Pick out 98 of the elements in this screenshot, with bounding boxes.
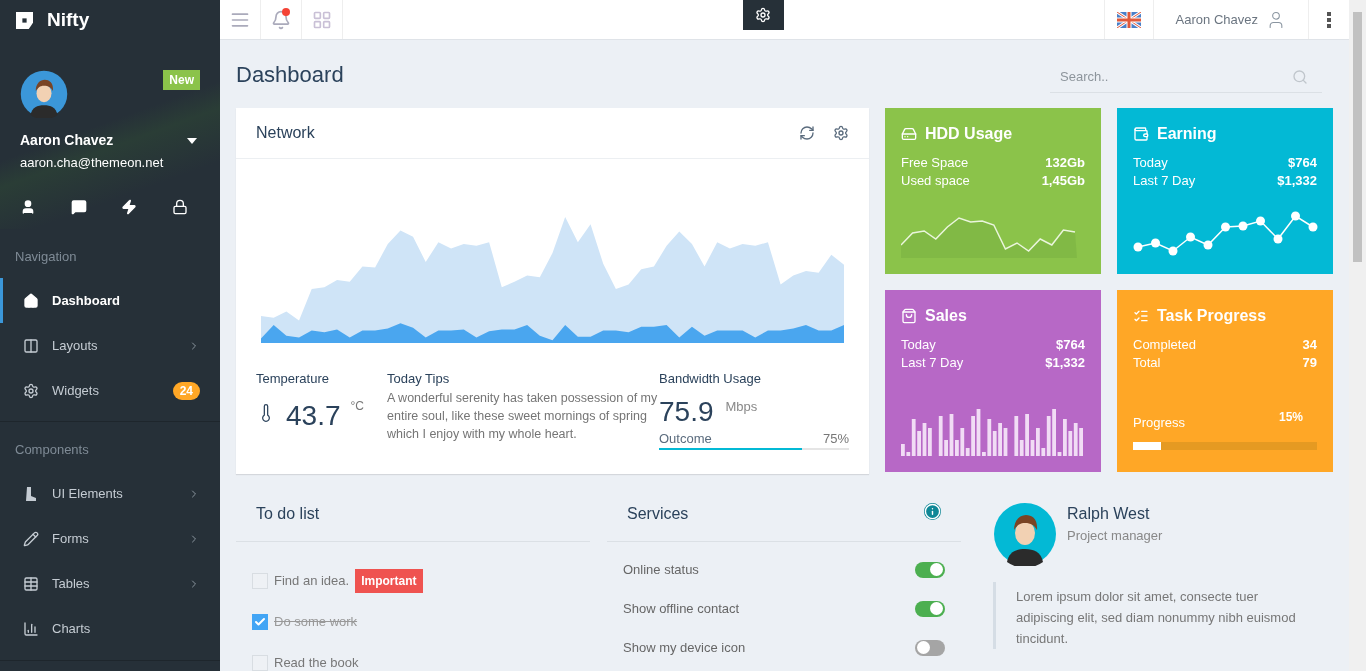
columns-icon bbox=[23, 337, 39, 354]
toggle-switch[interactable] bbox=[915, 600, 945, 617]
tile-title: Sales bbox=[925, 306, 967, 326]
nav-item[interactable]: Forms bbox=[0, 516, 220, 562]
tile-row-label: Last 7 Day bbox=[901, 354, 964, 372]
temperature-value: 43.7 bbox=[286, 398, 341, 433]
nav-item[interactable]: Dashboard bbox=[0, 278, 220, 323]
quote: Lorem ipsum dolor sit amet, consecte tuer adipiscing elit, sed diam nonummy nibh euismod tincidunt. bbox=[993, 582, 1333, 649]
tile-row-value: 34 bbox=[1302, 336, 1317, 354]
search-field[interactable]: Search.. bbox=[1050, 61, 1322, 93]
tile-row-label: Today bbox=[901, 336, 936, 354]
tile-row-value: 79 bbox=[1302, 354, 1317, 372]
important-tag: Important bbox=[355, 568, 423, 593]
progress-percent: 15% bbox=[1278, 409, 1303, 426]
checklist-icon bbox=[1133, 308, 1149, 324]
language-button[interactable] bbox=[1103, 0, 1154, 39]
table-icon bbox=[23, 576, 39, 592]
nav-item[interactable]: Tables bbox=[0, 561, 220, 607]
flag-icon bbox=[1116, 11, 1141, 28]
bag-icon bbox=[901, 308, 917, 324]
tile-row-label: Today bbox=[1133, 154, 1168, 172]
lightning-icon[interactable] bbox=[121, 198, 138, 215]
avatar-drawing bbox=[993, 502, 1057, 566]
page-title: Dashboard bbox=[236, 60, 344, 89]
scrollbar[interactable] bbox=[1349, 0, 1366, 671]
profile-name: Aaron Chavez bbox=[20, 131, 114, 150]
person-name: Ralph West bbox=[1067, 504, 1151, 524]
services-title: Services bbox=[627, 504, 689, 524]
outcome-percent: 75% bbox=[822, 429, 849, 448]
service-label: Show my device icon bbox=[623, 638, 746, 657]
profile-icon[interactable] bbox=[20, 198, 36, 215]
tile-row-label: Last 7 Day bbox=[1133, 172, 1196, 190]
refresh-icon[interactable] bbox=[799, 125, 815, 141]
dropdown-caret-icon[interactable] bbox=[187, 137, 197, 144]
todo-text: Find an idea. bbox=[274, 571, 350, 590]
tile-title: HDD Usage bbox=[925, 124, 1013, 144]
nav-item[interactable]: Layouts bbox=[0, 323, 220, 368]
drive-icon bbox=[901, 126, 917, 142]
info-icon[interactable] bbox=[924, 503, 941, 520]
todo-checkbox[interactable] bbox=[252, 613, 268, 630]
pencil-icon bbox=[23, 531, 39, 547]
grid-icon bbox=[312, 9, 332, 30]
nav-item[interactable]: UI Elements bbox=[0, 471, 220, 517]
nav-item[interactable]: Charts bbox=[0, 606, 220, 652]
tile-title: Task Progress bbox=[1157, 306, 1267, 326]
count-badge: 24 bbox=[172, 381, 200, 400]
toggle-switch[interactable] bbox=[915, 561, 945, 578]
person-role: Project manager bbox=[1067, 527, 1163, 545]
tile-row-value: $1,332 bbox=[1277, 172, 1317, 190]
checkmark-icon bbox=[254, 615, 266, 628]
toggle-switch[interactable] bbox=[915, 639, 945, 656]
tile-row-label: Used space bbox=[901, 172, 970, 190]
panel-title: Network bbox=[256, 123, 316, 143]
bandwidth-label: Bandwidth Usage bbox=[659, 370, 762, 388]
service-label: Show offline contact bbox=[623, 599, 740, 618]
todo-text: Read the book bbox=[274, 653, 359, 671]
temperature-label: Temperature bbox=[256, 370, 330, 388]
logo-icon bbox=[16, 11, 33, 29]
gear-icon bbox=[23, 382, 39, 399]
nav-section-title: Components bbox=[14, 441, 90, 459]
tile-row-label: Total bbox=[1133, 354, 1161, 372]
avatar-drawing bbox=[20, 70, 68, 118]
user-menu-button[interactable]: Aaron Chavez bbox=[1153, 0, 1309, 39]
wallet-icon bbox=[1133, 126, 1149, 142]
nav-item[interactable]: Widgets 24 bbox=[0, 368, 220, 413]
brand-name: Nifty bbox=[47, 7, 90, 32]
tile-row-label: Completed bbox=[1133, 336, 1196, 354]
bandwidth-unit: Mbps bbox=[725, 397, 758, 416]
nav-section-title: Navigation bbox=[14, 247, 78, 266]
settings-button[interactable] bbox=[742, 0, 784, 30]
lock-icon[interactable] bbox=[171, 198, 188, 215]
tile-row-label: Free Space bbox=[901, 154, 969, 172]
outcome-label: Outcome bbox=[659, 429, 712, 448]
tile-row-value: $764 bbox=[1288, 154, 1317, 172]
temperature-unit: °C bbox=[350, 397, 364, 415]
bandwidth-value: 75.9 bbox=[659, 394, 714, 429]
tips-title: Today Tips bbox=[387, 370, 451, 388]
gear-icon bbox=[755, 7, 772, 23]
todo-text: Do some work bbox=[274, 612, 358, 631]
home-icon bbox=[23, 292, 39, 309]
profile-email: aaron.cha@themeon.net bbox=[20, 154, 165, 172]
tile-title: Earning bbox=[1157, 124, 1217, 144]
tile-row-value: 132Gb bbox=[1045, 154, 1085, 172]
new-badge: New bbox=[163, 70, 200, 90]
tips-text: A wonderful serenity has taken possession of my entire soul, like these sweet mornings of spring which I enjoy with my whole heart. bbox=[387, 389, 659, 443]
vertical-dots-icon bbox=[1327, 11, 1331, 28]
message-icon[interactable] bbox=[70, 198, 87, 215]
tile-row-value: $764 bbox=[1056, 336, 1085, 354]
progress-label: Progress bbox=[1133, 413, 1186, 432]
tile-row-value: $1,332 bbox=[1045, 354, 1085, 372]
tile-row-value: 1,45Gb bbox=[1041, 172, 1085, 190]
settings-icon[interactable] bbox=[833, 125, 849, 141]
scrollbar-thumb[interactable] bbox=[1353, 12, 1362, 262]
service-label: Online status bbox=[623, 560, 699, 579]
boot-icon bbox=[23, 486, 39, 502]
todo-title: To do list bbox=[236, 502, 590, 542]
bar-chart-icon bbox=[23, 621, 39, 637]
bell-icon bbox=[271, 9, 291, 30]
